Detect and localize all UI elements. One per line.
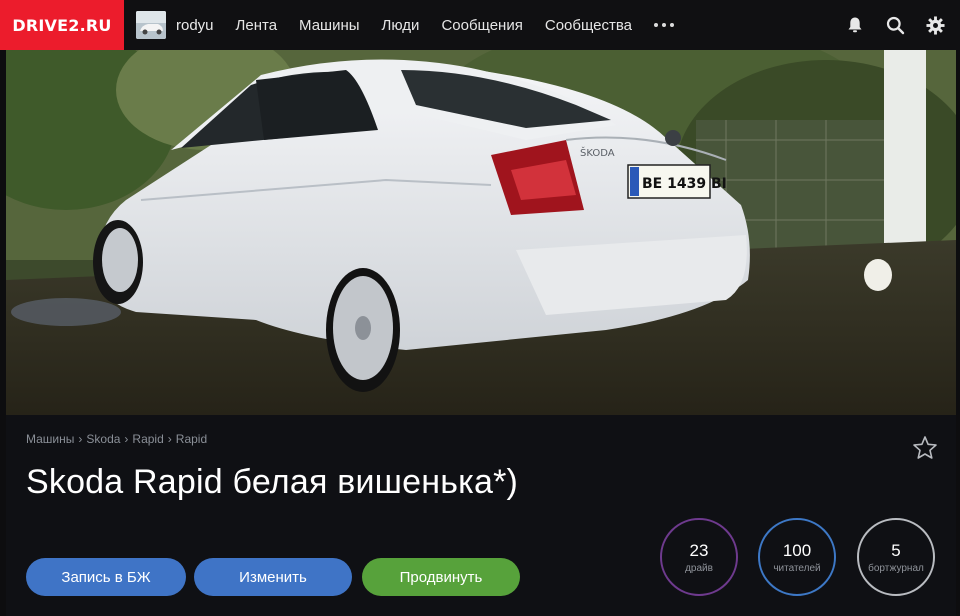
stat-logbook[interactable]: 5 бортжурнал (857, 518, 935, 596)
nav-feed[interactable]: Лента (236, 17, 278, 34)
breadcrumb: Машины › Skoda › Rapid › Rapid (26, 432, 208, 446)
license-plate: BE 1439 BI (642, 176, 727, 192)
top-navbar: DRIVE2.RU rodyu Лента Машины Люди Сообще… (0, 0, 960, 50)
breadcrumb-cars[interactable]: Машины (26, 432, 74, 446)
stat-drive-label: драйв (685, 562, 713, 574)
stat-logbook-value: 5 (891, 540, 901, 560)
gear-icon[interactable] (924, 14, 946, 36)
nav-people[interactable]: Люди (382, 17, 420, 34)
user-profile-link[interactable]: rodyu (136, 11, 214, 39)
breadcrumb-generation[interactable]: Rapid (176, 432, 207, 446)
edit-button[interactable]: Изменить (194, 558, 352, 596)
breadcrumb-brand[interactable]: Skoda (86, 432, 120, 446)
star-icon[interactable] (912, 435, 938, 461)
stat-logbook-label: бортжурнал (868, 562, 924, 574)
header-actions (844, 0, 946, 50)
stat-readers[interactable]: 100 читателей (758, 518, 836, 596)
breadcrumb-model[interactable]: Rapid (132, 432, 163, 446)
nav-messages[interactable]: Сообщения (441, 17, 522, 34)
username[interactable]: rodyu (176, 17, 214, 34)
stat-readers-label: читателей (773, 562, 821, 574)
stat-readers-value: 100 (782, 540, 812, 560)
site-logo[interactable]: DRIVE2.RU (0, 0, 124, 50)
more-menu-icon[interactable] (654, 23, 674, 27)
skoda-badge: ŠKODA (580, 146, 615, 159)
logbook-entry-button[interactable]: Запись в БЖ (26, 558, 186, 596)
stat-drive[interactable]: 23 драйв (660, 518, 738, 596)
nav-communities[interactable]: Сообщества (545, 17, 632, 34)
car-photo-illustration: ŠKODA BE 1439 BI (6, 50, 956, 415)
main-nav: Лента Машины Люди Сообщения Сообщества (236, 17, 674, 34)
car-info-panel: Машины › Skoda › Rapid › Rapid Skoda Rapid бел… (6, 415, 956, 616)
user-avatar[interactable] (136, 11, 166, 39)
page-title: Skoda Rapid белая вишенька*) (26, 463, 519, 501)
nav-cars[interactable]: Машины (299, 17, 359, 34)
search-icon[interactable] (884, 14, 906, 36)
promote-button[interactable]: Продвинуть (362, 558, 520, 596)
bell-icon[interactable] (844, 14, 866, 36)
stat-drive-value: 23 (689, 540, 709, 560)
car-cover-photo[interactable]: ŠKODA BE 1439 BI (6, 50, 956, 415)
